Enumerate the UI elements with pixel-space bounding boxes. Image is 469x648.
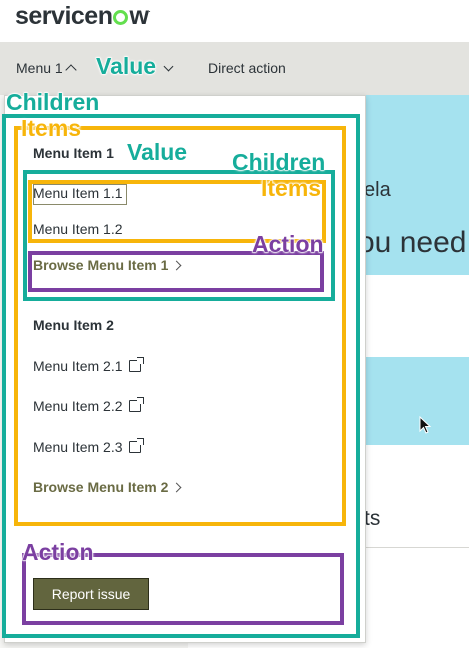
annotation-label-items-inner: Items [260, 175, 322, 201]
annotation-label-action-bottom: Action [22, 539, 95, 565]
annotation-action-inner-box [28, 251, 324, 292]
annotation-label-children-outer: Children [5, 89, 100, 115]
annotation-label-value-nav: Value [95, 53, 157, 79]
annotation-label-value-item1: Value [126, 139, 188, 165]
nav-menu1-label: Menu 1 [16, 60, 63, 76]
logo-o-mark [113, 10, 129, 25]
servicenow-logo[interactable]: servicen w. [15, 2, 151, 31]
annotation-label-action-inner: Action [252, 231, 325, 257]
nav-menu1-button[interactable]: Menu 1 [16, 60, 77, 76]
hero-greeting-fragment: ela [364, 179, 391, 201]
annotation-label-children-inner: Children [231, 149, 326, 175]
annotation-label-items-outer: Items [20, 115, 82, 141]
section-text-fragment: ts [364, 507, 381, 530]
nav-direct-action-link[interactable]: Direct action [208, 60, 286, 76]
chevron-up-icon [65, 64, 77, 76]
hero-heading-fragment: ou need [358, 226, 467, 259]
mouse-cursor-icon [419, 416, 432, 434]
